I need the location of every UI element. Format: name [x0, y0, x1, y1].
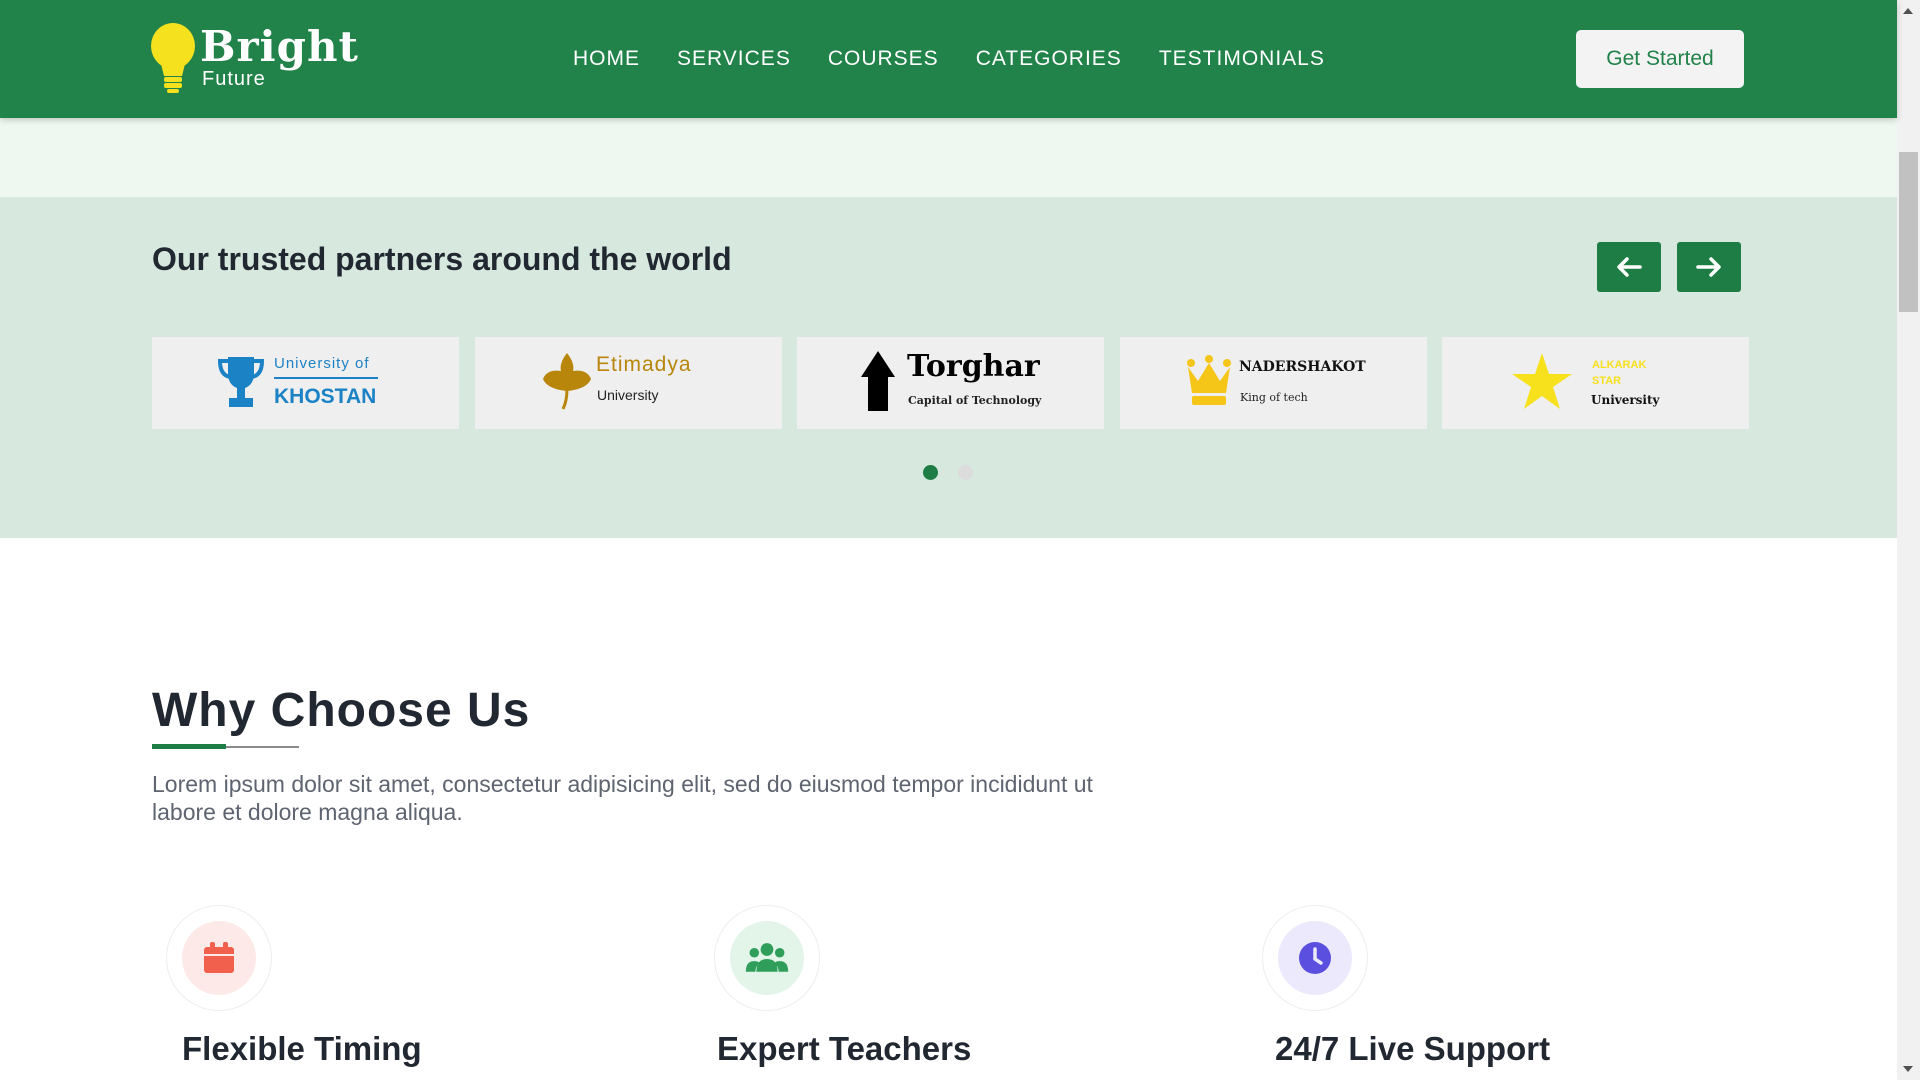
carousel-dot[interactable]: [958, 465, 973, 480]
scroll-up-arrow-icon[interactable]: [1903, 8, 1913, 14]
carousel-dot[interactable]: [923, 465, 938, 480]
partners-section: Our trusted partners around the world Un…: [0, 197, 1897, 538]
partners-title: Our trusted partners around the world: [152, 241, 732, 277]
why-description: Lorem ipsum dolor sit amet, consectetur …: [152, 771, 1093, 825]
partner-subtitle: KHOSTAN: [274, 385, 377, 408]
carousel-next-button[interactable]: [1677, 242, 1741, 292]
crown-icon: [1187, 355, 1231, 405]
icon-circle: [1278, 921, 1352, 995]
brand-tagline: Future: [202, 68, 266, 90]
partner-card[interactable]: Etimadya University: [475, 337, 782, 429]
get-started-button[interactable]: Get Started: [1576, 30, 1744, 88]
feature-card: Expert Teachers: [700, 905, 1100, 1080]
partner-subtitle: Capital of Technology: [908, 394, 1042, 407]
icon-ring: [166, 905, 272, 1011]
navbar: Bright Future HOME SERVICES COURSES CATE…: [0, 0, 1897, 118]
why-title: Why Choose Us: [152, 684, 531, 737]
calendar-icon: [204, 942, 234, 973]
feature-title: Expert Teachers: [717, 1030, 972, 1067]
partner-subtitle: University: [597, 387, 659, 403]
partner-name: Etimadya: [596, 353, 692, 376]
leaf-icon: [543, 353, 591, 410]
partner-name: Torghar: [907, 349, 1040, 384]
icon-circle: [182, 921, 256, 995]
partner-cards: University of KHOSTAN Etimadya Universit…: [152, 337, 1749, 429]
page-scrollbar[interactable]: [1897, 0, 1920, 1080]
mountain-arrow-icon: [861, 351, 895, 411]
feature-title: Flexible Timing: [182, 1030, 422, 1067]
title-underline-accent: [152, 744, 226, 749]
icon-circle: [730, 921, 804, 995]
nav-home[interactable]: HOME: [573, 47, 640, 71]
arrow-left-icon: [1617, 257, 1642, 277]
divider: [274, 377, 378, 379]
icon-ring: [1262, 905, 1368, 1011]
main-nav: HOME SERVICES COURSES CATEGORIES TESTIMO…: [573, 0, 1362, 118]
users-icon: [745, 943, 789, 972]
partner-card[interactable]: University of KHOSTAN: [152, 337, 459, 429]
scroll-down-arrow-icon[interactable]: [1903, 1066, 1913, 1072]
partner-card[interactable]: NADERSHAKOT King of tech: [1120, 337, 1427, 429]
nav-services[interactable]: SERVICES: [677, 47, 791, 71]
feature-card: 24/7 Live Support: [1248, 905, 1648, 1080]
partner-name: University of: [274, 355, 370, 372]
clock-icon: [1299, 942, 1331, 974]
lightbulb-icon: [151, 23, 195, 93]
page: Bright Future HOME SERVICES COURSES CATE…: [0, 0, 1920, 1080]
scrollbar-thumb[interactable]: [1899, 152, 1918, 312]
nav-courses[interactable]: COURSES: [828, 47, 939, 71]
partner-card[interactable]: Torghar Capital of Technology: [797, 337, 1104, 429]
logo[interactable]: Bright Future: [150, 20, 358, 94]
feature-title: 24/7 Live Support: [1275, 1030, 1551, 1067]
trophy-icon: [218, 357, 264, 407]
nav-testimonials[interactable]: TESTIMONIALS: [1159, 47, 1325, 71]
partner-name: NADERSHAKOT: [1239, 359, 1366, 375]
star-icon: [1512, 353, 1572, 409]
partner-card[interactable]: ALKARAK STAR University: [1442, 337, 1749, 429]
icon-ring: [714, 905, 820, 1011]
nav-categories[interactable]: CATEGORIES: [976, 47, 1122, 71]
partner-subtitle: King of tech: [1240, 391, 1308, 404]
arrow-right-icon: [1696, 257, 1721, 277]
brand-name: Bright: [200, 22, 359, 71]
carousel-dots: [923, 465, 973, 481]
feature-card: Flexible Timing: [152, 905, 552, 1080]
partner-name: ALKARAK STAR: [1592, 359, 1647, 387]
carousel-prev-button[interactable]: [1597, 242, 1661, 292]
partner-subtitle: University: [1591, 393, 1660, 407]
hero-strip: [0, 118, 1897, 197]
